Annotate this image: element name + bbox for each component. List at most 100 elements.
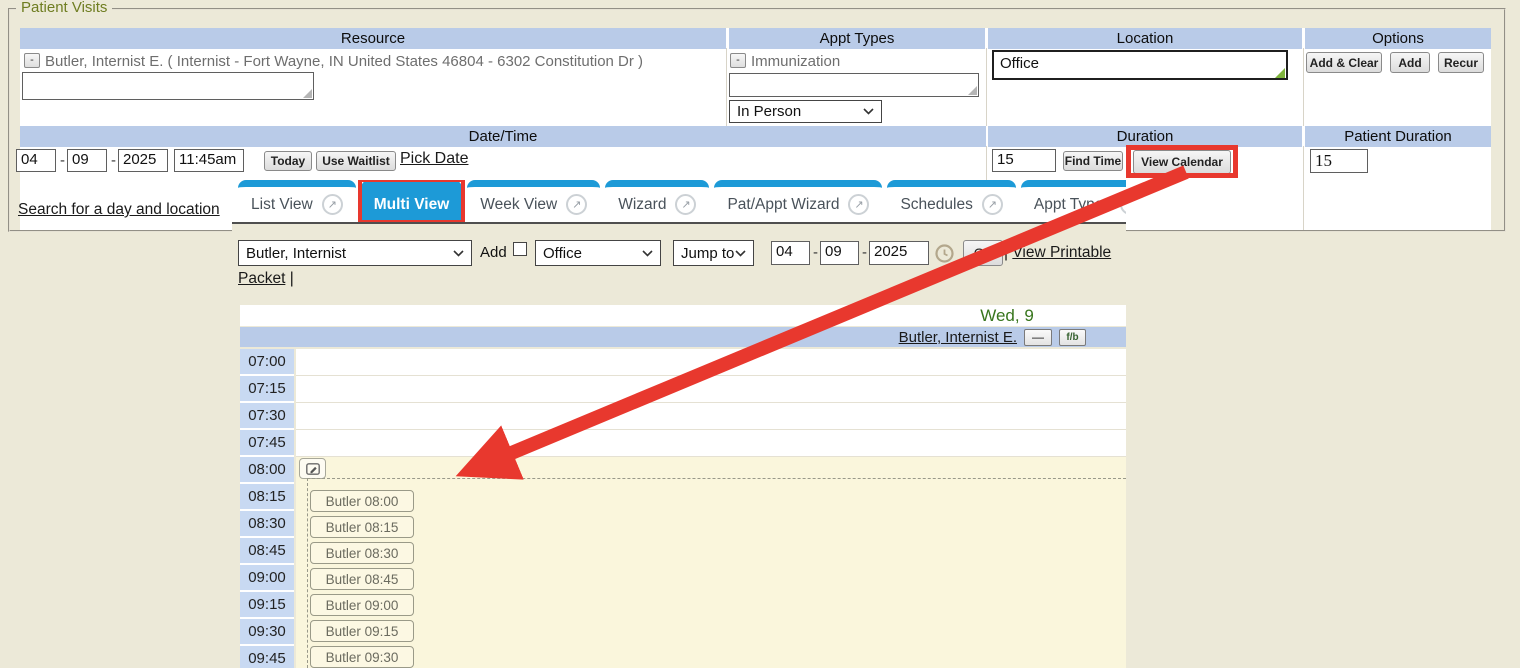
time-label: 07:30 [240, 403, 294, 428]
fb-button[interactable]: f/b [1059, 329, 1086, 346]
slot-row[interactable] [296, 349, 1126, 376]
tab-appt-types[interactable]: Appt Types ↗ [1021, 180, 1126, 222]
edit-appointment-button[interactable] [299, 458, 326, 479]
view-calendar-button[interactable]: View Calendar [1133, 150, 1231, 174]
tab-week-view[interactable]: Week View ↗ [467, 180, 600, 222]
appointment-slot-button[interactable]: Butler 09:15 [310, 620, 414, 642]
time-label: 09:45 [240, 646, 294, 668]
use-waitlist-button[interactable]: Use Waitlist [316, 151, 396, 171]
tab-wizard[interactable]: Wizard ↗ [605, 180, 709, 222]
open-in-new-icon[interactable]: ↗ [982, 194, 1003, 215]
slot-row[interactable] [296, 376, 1126, 403]
appointment-slot-button[interactable]: Butler 08:00 [310, 490, 414, 512]
clock-icon[interactable] [935, 244, 954, 263]
tab-pat-appt-wizard[interactable]: Pat/Appt Wizard ↗ [714, 180, 882, 222]
jump-day-input[interactable]: 09 [820, 241, 859, 265]
location-select-value: Office [543, 245, 582, 262]
time-label: 08:30 [240, 511, 294, 536]
open-in-new-icon[interactable]: ↗ [848, 194, 869, 215]
recur-button[interactable]: Recur [1438, 52, 1484, 73]
day-input[interactable]: 09 [67, 149, 107, 172]
pick-date-link[interactable]: Pick Date [400, 150, 468, 168]
patient-visits-screen: Patient Visits Resource Appt Types Locat… [0, 0, 1520, 668]
time-label: 09:15 [240, 592, 294, 617]
time-label: 08:00 [240, 457, 294, 482]
tab-label: Multi View [374, 196, 450, 214]
calendar-resource-row: Butler, Internist E. — f/b [240, 327, 1126, 347]
tab-multi-view[interactable]: Multi View [361, 180, 463, 222]
appt-type-search-input[interactable] [729, 73, 979, 97]
location-header: Location [988, 28, 1302, 49]
today-button[interactable]: Today [264, 151, 312, 171]
jump-to-value: Jump to [681, 245, 734, 262]
add-checkbox[interactable] [513, 242, 527, 256]
time-input[interactable]: 11:45am [174, 149, 244, 172]
edit-pencil-icon [306, 463, 320, 475]
location-select[interactable]: Office [535, 240, 661, 266]
search-day-location-link[interactable]: Search for a day and location [18, 201, 220, 219]
appointment-slot-button[interactable]: Butler 08:45 [310, 568, 414, 590]
appointment-slot-button[interactable]: Butler 09:00 [310, 594, 414, 616]
date-separator: - [813, 244, 818, 261]
resource-collapse-button[interactable]: - [24, 53, 40, 68]
appointment-block-outline [307, 478, 1126, 668]
resize-handle-icon [968, 86, 977, 95]
appointment-slot-button[interactable]: Butler 08:15 [310, 516, 414, 538]
view-printable-line2: Packet | [238, 270, 294, 288]
go-button[interactable]: Go [963, 240, 1003, 266]
year-input[interactable]: 2025 [118, 149, 168, 172]
add-and-clear-button[interactable]: Add & Clear [1306, 52, 1382, 73]
calendar-resource-link[interactable]: Butler, Internist E. [899, 329, 1017, 346]
open-in-new-icon[interactable]: ↗ [675, 194, 696, 215]
separator-bar: | [285, 270, 293, 287]
resource-search-input[interactable] [22, 72, 314, 100]
collapse-column-button[interactable]: — [1024, 329, 1052, 346]
tab-label: Schedules [900, 196, 972, 214]
appt-type-selected-text: Immunization [751, 53, 840, 70]
open-in-new-icon[interactable]: ↗ [566, 194, 587, 215]
appt-mode-value: In Person [737, 103, 801, 120]
appointment-slot-button[interactable]: Butler 08:30 [310, 542, 414, 564]
chevron-down-icon [642, 250, 653, 257]
open-in-new-icon[interactable]: ↗ [322, 194, 343, 215]
slot-row[interactable] [296, 430, 1126, 457]
open-in-new-icon[interactable]: ↗ [1120, 194, 1126, 215]
jump-to-select[interactable]: Jump to [673, 240, 754, 266]
appt-type-collapse-button[interactable]: - [730, 53, 746, 68]
month-input[interactable]: 04 [16, 149, 56, 172]
duration-input[interactable]: 15 [992, 149, 1056, 172]
slot-row[interactable] [296, 403, 1126, 430]
chevron-down-icon [735, 250, 746, 257]
time-label: 08:45 [240, 538, 294, 563]
options-header: Options [1305, 28, 1491, 49]
time-label: 07:15 [240, 376, 294, 401]
duration-header: Duration [988, 126, 1302, 147]
find-time-button[interactable]: Find Time [1063, 151, 1123, 171]
appointment-slot-button[interactable]: Butler 09:30 [310, 646, 414, 668]
view-printable-link[interactable]: View Printable [1012, 244, 1111, 261]
date-separator: - [862, 244, 867, 261]
resize-handle-icon [303, 89, 312, 98]
appt-types-header: Appt Types [729, 28, 985, 49]
tab-schedules[interactable]: Schedules ↗ [887, 180, 1015, 222]
packet-link[interactable]: Packet [238, 270, 285, 287]
add-checkbox-label: Add [480, 244, 507, 261]
appt-mode-select[interactable]: In Person [729, 100, 882, 123]
cell-divider [1303, 48, 1304, 126]
patient-duration-header: Patient Duration [1305, 126, 1491, 147]
resource-select-value: Butler, Internist [246, 245, 346, 262]
open-slots-area[interactable] [296, 349, 1126, 457]
tab-label: Week View [480, 196, 557, 214]
tab-label: List View [251, 196, 313, 214]
jump-month-input[interactable]: 04 [771, 241, 810, 265]
location-input[interactable]: Office [992, 50, 1288, 80]
resource-select[interactable]: Butler, Internist [238, 240, 472, 266]
tab-list-view[interactable]: List View ↗ [238, 180, 356, 222]
multi-view-panel: List View ↗ Multi View Week View ↗ Wizar… [232, 180, 1126, 668]
cell-divider [986, 48, 987, 126]
patient-duration-input[interactable]: 15 [1310, 149, 1368, 173]
cell-divider [726, 48, 727, 126]
jump-year-input[interactable]: 2025 [869, 241, 929, 265]
date-separator: - [60, 152, 65, 169]
add-button[interactable]: Add [1390, 52, 1430, 73]
